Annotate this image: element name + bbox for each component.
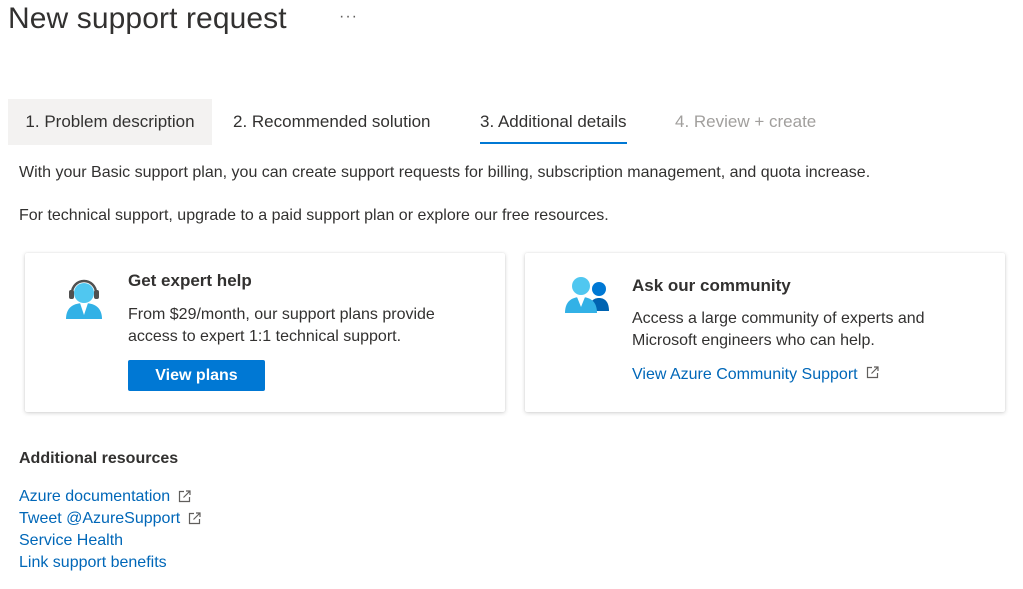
community-description: Access a large community of experts and … xyxy=(632,310,925,349)
link-label: Tweet @AzureSupport xyxy=(19,510,181,527)
external-link-icon xyxy=(188,510,201,525)
list-item: Service Health xyxy=(19,530,201,552)
community-card: Ask our community Access a large communi… xyxy=(525,253,1005,412)
community-title: Ask our community xyxy=(632,276,791,295)
view-plans-button[interactable]: View plans xyxy=(128,360,265,391)
more-options-button[interactable]: ··· xyxy=(339,8,358,26)
view-azure-community-support-link[interactable]: View Azure Community Support xyxy=(632,366,879,384)
service-health-link[interactable]: Service Health xyxy=(19,532,123,549)
expert-help-title: Get expert help xyxy=(128,271,252,290)
page-title: New support request xyxy=(8,2,287,35)
link-label: View Azure Community Support xyxy=(632,366,858,383)
additional-resources-heading: Additional resources xyxy=(19,450,179,467)
list-item: Azure documentation xyxy=(19,486,201,508)
support-request-page: New support request ··· 1. Problem descr… xyxy=(0,0,1023,589)
tab-recommended-solution[interactable]: 2. Recommended solution xyxy=(233,99,431,145)
link-support-benefits-link[interactable]: Link support benefits xyxy=(19,554,167,571)
tab-review-create: 4. Review + create xyxy=(675,112,817,131)
headset-agent-icon xyxy=(64,273,104,321)
external-link-icon xyxy=(178,488,191,503)
azure-documentation-link[interactable]: Azure documentation xyxy=(19,488,191,505)
basic-plan-info: With your Basic support plan, you can cr… xyxy=(19,164,871,181)
tab-additional-details[interactable]: 3. Additional details xyxy=(480,99,627,145)
tweet-azure-support-link[interactable]: Tweet @AzureSupport xyxy=(19,510,201,527)
technical-support-info: For technical support, upgrade to a paid… xyxy=(19,207,609,224)
expert-help-card: Get expert help From $29/month, our supp… xyxy=(25,253,505,412)
external-link-icon xyxy=(866,366,879,379)
community-people-icon xyxy=(563,275,611,315)
list-item: Tweet @AzureSupport xyxy=(19,508,201,530)
link-label: Azure documentation xyxy=(19,488,171,505)
tab-problem-description[interactable]: 1. Problem description xyxy=(8,99,212,145)
additional-resources-list: Azure documentation Tweet @AzureSupport … xyxy=(19,486,201,574)
list-item: Link support benefits xyxy=(19,552,201,574)
expert-help-description: From $29/month, our support plans provid… xyxy=(128,306,435,345)
